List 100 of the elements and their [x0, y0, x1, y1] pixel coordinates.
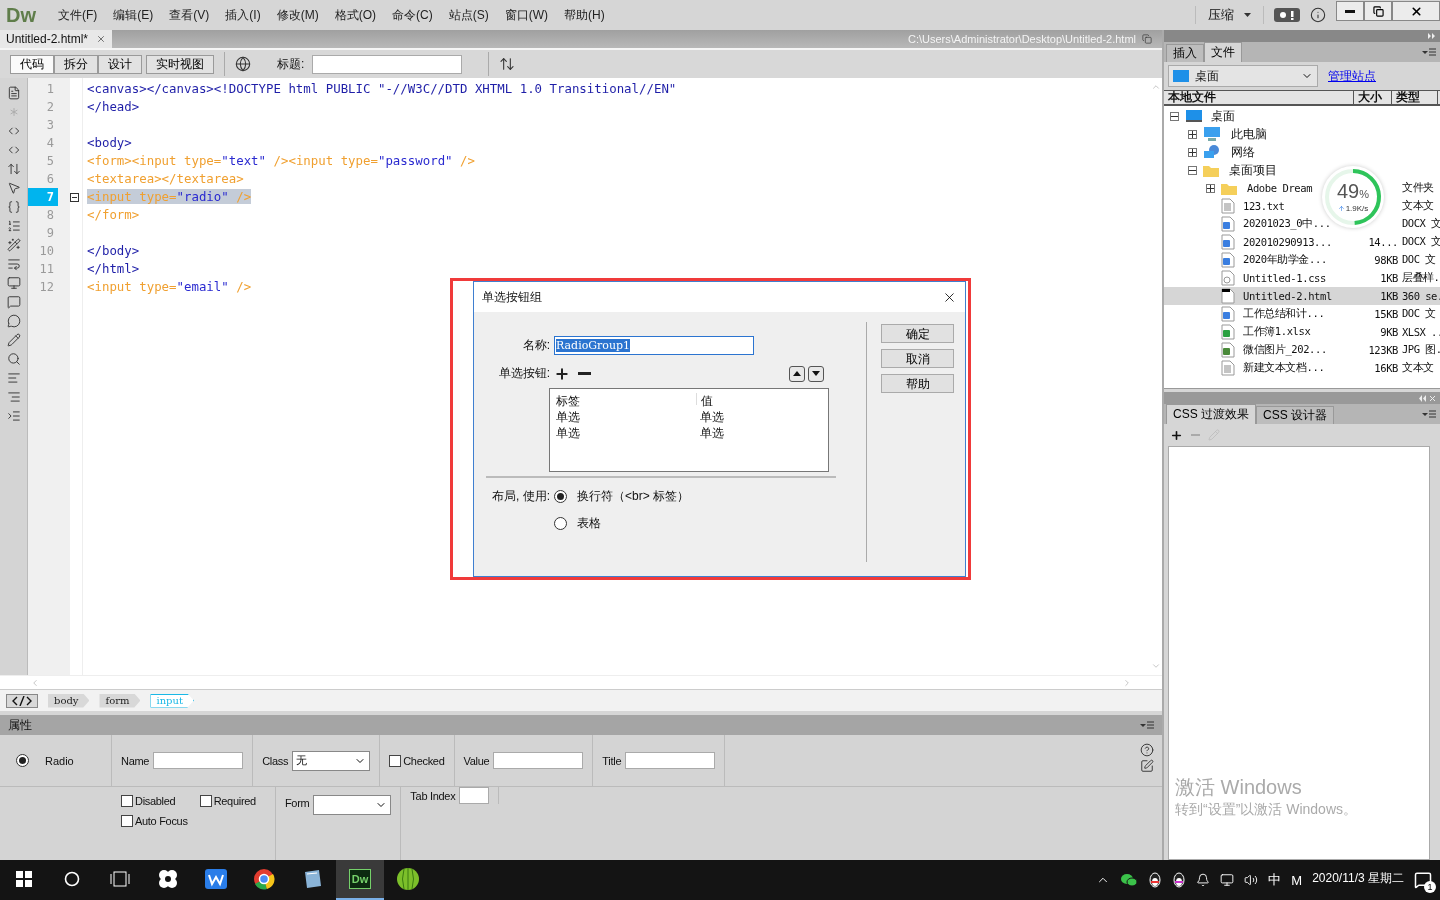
tag-selector-item[interactable]: form	[99, 693, 141, 708]
menu-item[interactable]: 帮助(H)	[556, 6, 613, 24]
panel-tab[interactable]: 插入	[1166, 44, 1204, 62]
file-name[interactable]: 123.txt	[1243, 200, 1285, 212]
collapse-icon[interactable]	[1170, 111, 1179, 121]
view-tab[interactable]: 拆分	[54, 54, 98, 74]
volume-icon	[1244, 873, 1259, 887]
file-name[interactable]: 桌面	[1211, 107, 1235, 125]
file-type: DOCX 文	[1401, 217, 1440, 231]
input-method[interactable]: 中	[1268, 871, 1282, 889]
sort-icon	[499, 56, 516, 72]
taskbar-app[interactable]: Dw	[336, 860, 384, 900]
menu-item[interactable]: 修改(M)	[268, 6, 327, 24]
move-down-button[interactable]	[808, 365, 824, 382]
menu-item[interactable]: 插入(I)	[217, 6, 269, 24]
dialog-button[interactable]: 帮助	[881, 374, 954, 393]
file-name[interactable]: 工作簿1.xlsx	[1243, 325, 1311, 339]
panel-tab[interactable]: CSS 过渡效果	[1166, 404, 1256, 424]
edit-icon	[1140, 759, 1154, 773]
workspace-switcher[interactable]: 压缩	[1195, 6, 1264, 24]
caret-icon	[1244, 13, 1251, 17]
code-line: <canvas></canvas><!DOCTYPE html PUBLIC "-//W3C//DTD XHTML 1.0 Transitional//EN"	[87, 81, 677, 96]
expand-icon[interactable]	[1188, 129, 1197, 139]
menu-item[interactable]: 文件(F)	[50, 6, 106, 24]
column-header[interactable]: 类型	[1392, 91, 1438, 104]
move-up-button[interactable]	[789, 365, 805, 382]
scroll-left-icon	[30, 677, 40, 688]
text-field[interactable]	[459, 787, 490, 804]
input-mode[interactable]: M	[1291, 872, 1303, 888]
file-name[interactable]: 20201023_0中...	[1243, 217, 1331, 231]
help-icon	[1140, 743, 1154, 757]
code-view-button[interactable]	[6, 693, 38, 708]
upload-speed: 1.9K/s	[1337, 204, 1369, 213]
file-name[interactable]: Adobe Dream	[1247, 182, 1313, 194]
text-field[interactable]	[493, 752, 584, 769]
expand-icon[interactable]	[1188, 147, 1197, 157]
view-tab[interactable]: 代码	[10, 54, 54, 74]
code-line: <form><input type="text" /><input type="password" />	[87, 153, 475, 168]
select-field[interactable]	[313, 795, 392, 815]
file-name[interactable]: 新建文本文档...	[1243, 361, 1325, 375]
checkbox[interactable]	[199, 795, 212, 807]
text-field[interactable]	[625, 752, 716, 769]
restore-button[interactable]	[1364, 1, 1392, 21]
file-name[interactable]: 202010290913...	[1243, 236, 1332, 248]
radio-button[interactable]	[554, 517, 567, 530]
expand-panel-icon[interactable]	[1428, 33, 1436, 39]
menu-item[interactable]: 查看(V)	[161, 6, 218, 24]
menu-item[interactable]: 编辑(E)	[105, 6, 162, 24]
checkbox[interactable]	[389, 754, 402, 767]
document-icon	[1221, 360, 1235, 376]
document-title: Untitled-2.html*	[6, 32, 89, 46]
menu-item[interactable]: 格式(O)	[326, 6, 384, 24]
dialog-button[interactable]: 确定	[881, 324, 954, 343]
manage-sites-link[interactable]: 管理站点	[1328, 67, 1376, 85]
menu-item[interactable]: 命令(C)	[384, 6, 441, 24]
file-name[interactable]: Untitled-2.html	[1243, 290, 1332, 302]
gear-document-icon	[1221, 270, 1235, 286]
minimize-button[interactable]	[1336, 1, 1364, 21]
column-header[interactable]: 大小	[1354, 91, 1392, 104]
file-name[interactable]: Untitled-1.css	[1243, 272, 1326, 284]
collapse-icon[interactable]	[1188, 165, 1197, 175]
menu-item[interactable]: 站点(S)	[440, 6, 497, 24]
toolbar-icon	[6, 371, 21, 385]
file-name[interactable]: 工作总结和计...	[1243, 307, 1325, 321]
checkbox[interactable]	[121, 815, 133, 827]
expand-icon[interactable]	[1206, 183, 1215, 193]
title-field[interactable]	[312, 54, 463, 74]
column-header[interactable]: 本地文件	[1164, 91, 1354, 104]
radio-button[interactable]	[554, 490, 567, 503]
select-field[interactable]: 无	[292, 750, 371, 771]
field-label: Form	[284, 797, 310, 809]
dialog-button[interactable]: 取消	[881, 349, 954, 368]
word-document-icon	[1221, 252, 1235, 268]
word-document-icon	[1221, 306, 1235, 322]
toolbar-icon	[6, 238, 21, 252]
spreadsheet-icon	[1221, 324, 1235, 340]
document-tab[interactable]: Untitled-2.html*	[0, 30, 113, 48]
add-icon	[1170, 428, 1183, 442]
fold-icon[interactable]	[70, 192, 79, 202]
panel-tab[interactable]: 文件	[1204, 42, 1242, 62]
panel-menu-icon[interactable]	[1140, 720, 1154, 730]
view-tab[interactable]: 设计	[98, 54, 142, 74]
file-name[interactable]: 2020年助学金...	[1243, 253, 1327, 267]
menu-item[interactable]: 窗口(W)	[496, 6, 556, 24]
text-field[interactable]	[153, 752, 244, 769]
checkbox[interactable]	[121, 795, 133, 807]
view-tab[interactable]: 实时视图	[146, 54, 214, 74]
tag-selector-item[interactable]: body	[48, 693, 90, 708]
search-icon	[64, 871, 80, 887]
panel-menu-icon[interactable]	[1422, 409, 1436, 419]
panel-tab[interactable]: CSS 设计器	[1256, 406, 1335, 424]
file-name[interactable]: 此电脑	[1231, 125, 1267, 143]
site-select[interactable]: 桌面	[1168, 65, 1318, 87]
file-name[interactable]: 桌面项目	[1229, 161, 1277, 179]
file-size: 123KB	[1367, 344, 1398, 356]
name-field[interactable]: RadioGroup1	[554, 336, 754, 355]
file-name[interactable]: 微信图片_202...	[1243, 343, 1327, 357]
file-name[interactable]: 网络	[1231, 143, 1255, 161]
panel-menu-icon[interactable]	[1422, 47, 1436, 57]
sync-settings-icon[interactable]	[1274, 8, 1300, 22]
